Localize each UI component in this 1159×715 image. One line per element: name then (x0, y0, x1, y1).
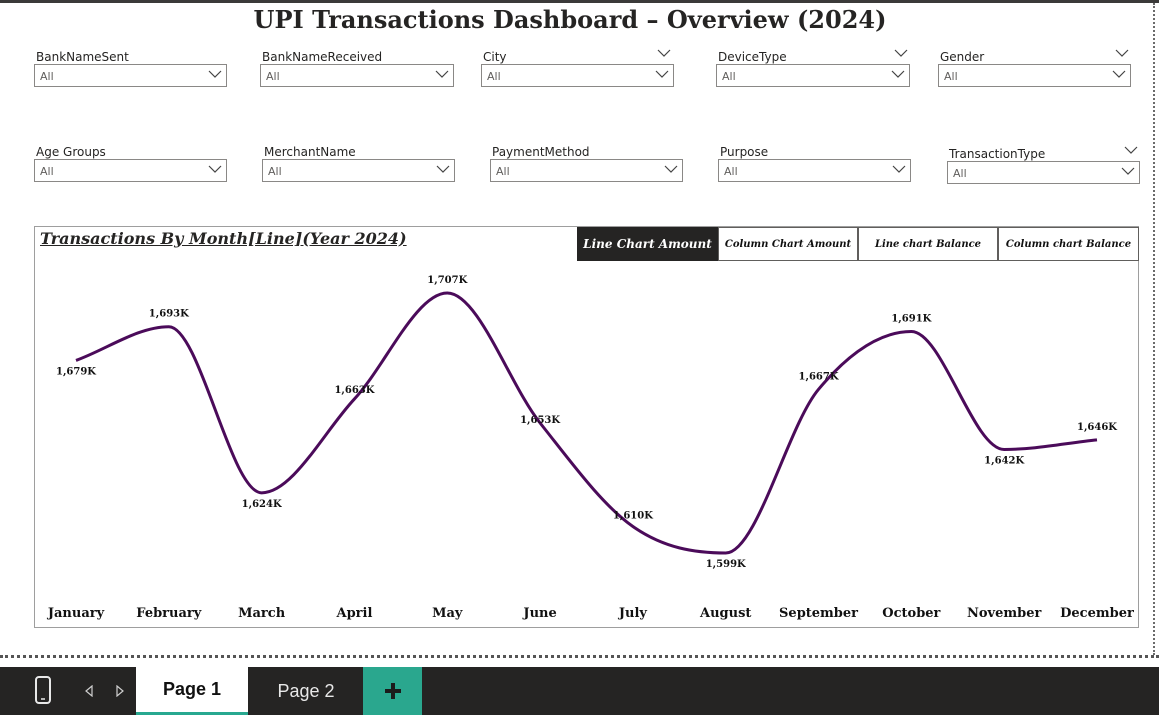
data-label: 1,653K (520, 415, 560, 426)
x-tick-label: January (47, 606, 105, 621)
data-point[interactable] (73, 357, 79, 363)
data-label: 1,610K (613, 511, 653, 522)
x-tick-label: July (618, 606, 648, 621)
line-chart: 1,679K January 1,693K February 1,624K March 1,… (47, 275, 1134, 621)
data-point[interactable] (351, 396, 357, 402)
data-point[interactable] (630, 524, 636, 530)
data-point[interactable] (816, 386, 822, 392)
data-point[interactable] (1001, 446, 1007, 452)
tab-page-2[interactable]: Page 2 (250, 667, 362, 715)
data-label: 1,679K (56, 366, 96, 377)
mobile-view-icon[interactable] (34, 676, 52, 704)
x-tick-label: August (699, 606, 751, 621)
data-label: 1,707K (427, 275, 467, 286)
data-label: 1,693K (149, 309, 189, 320)
x-tick-label: March (238, 606, 286, 621)
x-tick-label: October (882, 606, 940, 621)
data-label: 1,599K (706, 559, 746, 570)
x-tick-label: June (522, 606, 556, 621)
x-tick-label: May (432, 606, 463, 621)
x-tick-label: September (779, 606, 858, 621)
next-page-icon[interactable] (115, 685, 125, 697)
data-label: 1,642K (984, 455, 1024, 466)
data-point[interactable] (723, 550, 729, 556)
x-tick-label: April (336, 606, 373, 621)
series-line (75, 291, 1098, 555)
data-point[interactable] (908, 329, 914, 335)
add-page-icon (384, 683, 401, 699)
page-navigation-bar: Page 1 Page 2 (0, 667, 1159, 715)
data-label: 1,691K (891, 314, 931, 325)
data-point[interactable] (1094, 437, 1100, 443)
data-point[interactable] (444, 290, 450, 296)
data-label: 1,624K (242, 499, 282, 510)
data-label: 1,646K (1077, 422, 1117, 433)
prev-page-icon[interactable] (84, 685, 94, 697)
x-tick-label: February (136, 606, 201, 621)
data-point[interactable] (166, 324, 172, 330)
x-tick-label: December (1060, 606, 1134, 621)
tab-page-1[interactable]: Page 1 (136, 667, 248, 715)
data-point[interactable] (259, 490, 265, 496)
data-label: 1,663K (334, 385, 374, 396)
add-page-button[interactable] (363, 667, 422, 715)
x-tick-label: November (967, 606, 1041, 621)
data-label: 1,667K (799, 371, 839, 382)
